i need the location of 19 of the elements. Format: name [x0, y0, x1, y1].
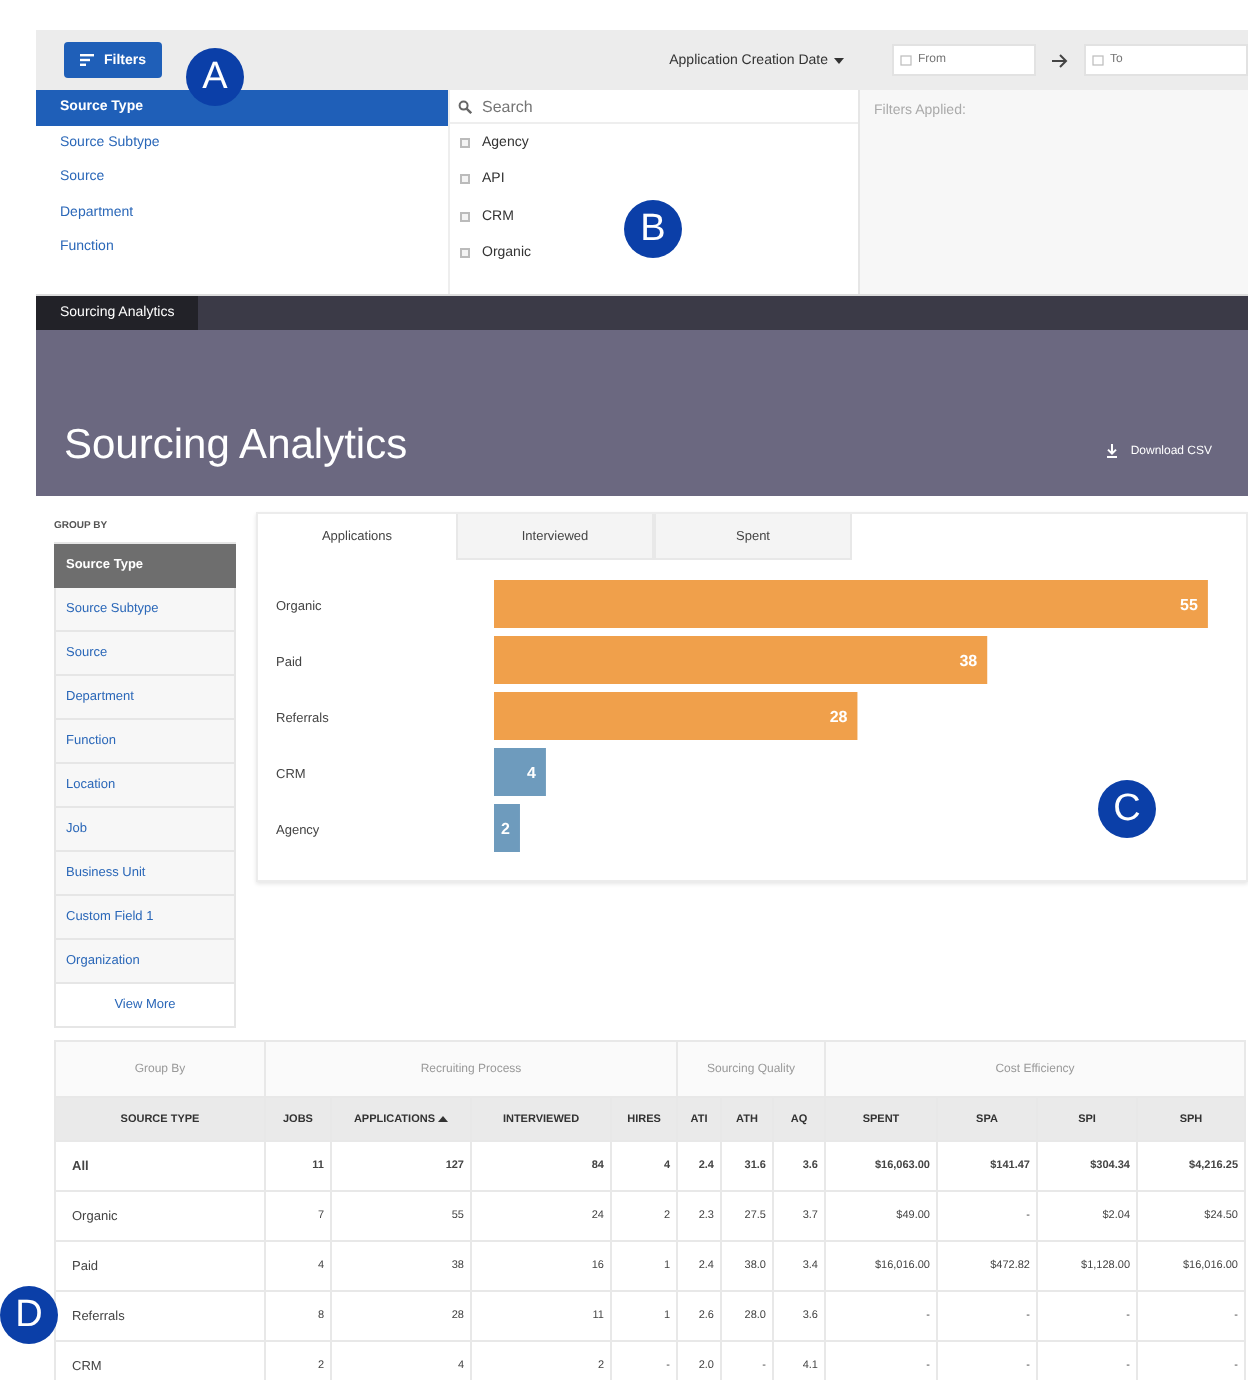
checkbox[interactable] [460, 174, 470, 185]
callout-marker: B [624, 200, 682, 258]
sort-up-icon [438, 1115, 449, 1121]
bar-value: 2 [501, 820, 510, 838]
checkbox[interactable] [460, 248, 470, 259]
bar-value: 28 [829, 708, 848, 726]
bar-value: 55 [1180, 596, 1198, 614]
bar-value: 38 [959, 652, 978, 670]
callout-marker: C [1098, 780, 1156, 838]
checkbox[interactable] [460, 211, 470, 222]
callout-marker: D [0, 1286, 58, 1344]
filter-icon [80, 54, 94, 66]
arrow-right-icon [1052, 53, 1068, 67]
page-title: Sourcing Analytics [64, 422, 408, 470]
caret-icon [834, 57, 844, 63]
download-icon [1106, 444, 1119, 458]
checkbox[interactable] [460, 137, 470, 148]
bar-value: 4 [527, 764, 536, 782]
search-icon [458, 99, 472, 113]
